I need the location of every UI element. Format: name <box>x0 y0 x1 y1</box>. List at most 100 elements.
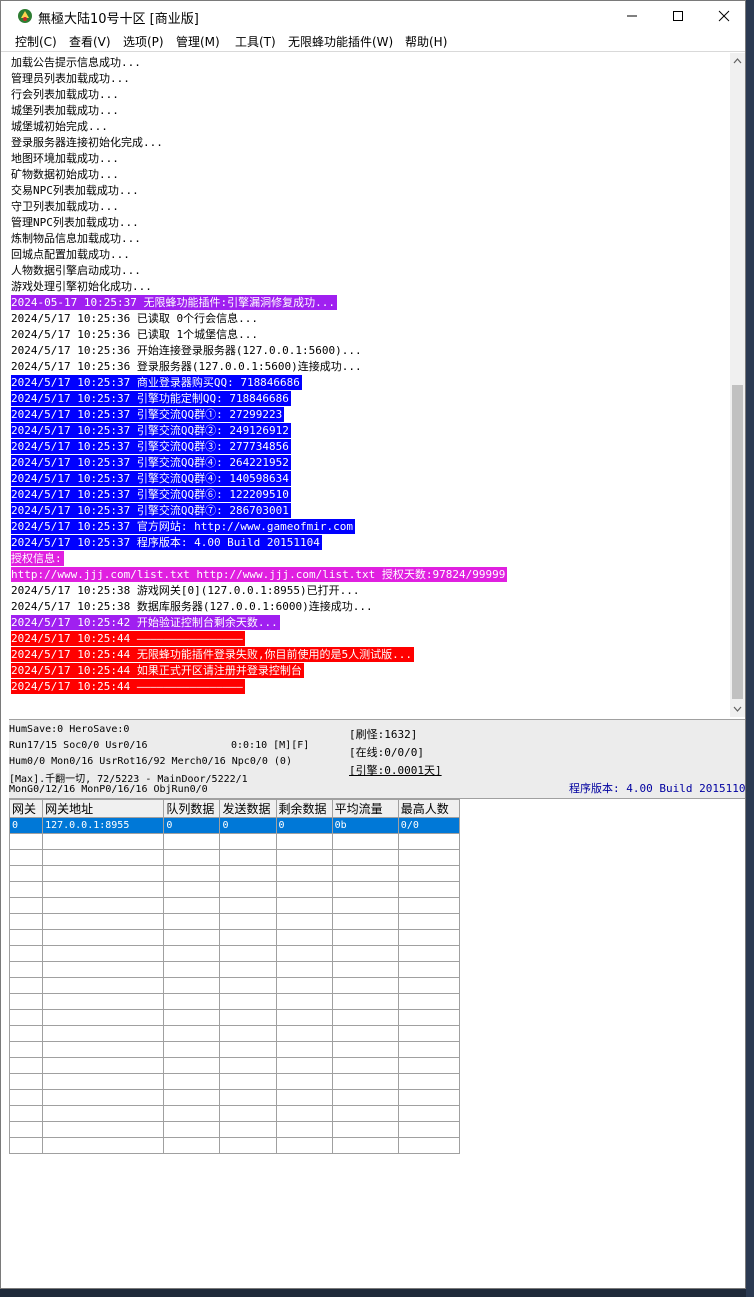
empty-cell <box>331 1105 399 1122</box>
empty-table-row <box>8 1137 461 1154</box>
empty-cell <box>397 897 461 914</box>
col-max-users[interactable]: 最高人数 <box>397 799 461 818</box>
log-line: 炼制物品信息加载成功... <box>11 232 141 245</box>
empty-cell <box>397 833 461 850</box>
log-output[interactable]: 加载公告提示信息成功... 管理员列表加载成功... 行会列表加载成功... 城堡列表… <box>9 53 731 717</box>
log-line: 2024/5/17 10:25:37 商业登录器购买QQ: 718846686 <box>11 375 302 390</box>
empty-cell <box>219 1025 277 1042</box>
empty-cell <box>275 849 333 866</box>
log-line: 2024/5/17 10:25:38 数据库服务器(127.0.0.1:6000… <box>11 600 373 613</box>
log-line: 2024/5/17 10:25:44 ———————————————— <box>11 679 245 694</box>
empty-cell <box>163 865 221 882</box>
log-scrollbar[interactable] <box>730 53 745 717</box>
empty-cell <box>8 945 44 962</box>
empty-table-row <box>8 961 461 978</box>
status-version: 程序版本: 4.00 Build 20151104 <box>569 782 746 795</box>
empty-cell <box>8 1057 44 1074</box>
minimize-button[interactable] <box>609 1 655 31</box>
col-remaining-data[interactable]: 剩余数据 <box>275 799 333 818</box>
scroll-thumb[interactable] <box>732 385 743 699</box>
log-line: 地图环境加载成功... <box>11 152 119 165</box>
empty-cell <box>163 993 221 1010</box>
log-line: 矿物数据初始成功... <box>11 168 119 181</box>
menu-plugin[interactable]: 无限蜂功能插件(W) <box>288 33 393 50</box>
empty-cell <box>42 993 165 1010</box>
col-sent-data[interactable]: 发送数据 <box>219 799 277 818</box>
empty-cell <box>8 913 44 930</box>
scroll-up-button[interactable] <box>730 53 745 69</box>
menu-control[interactable]: 控制(C) <box>15 33 57 50</box>
col-queue-data[interactable]: 队列数据 <box>163 799 221 818</box>
empty-cell <box>8 1009 44 1026</box>
server-window: 無極大陆10号十区 [商业版] 控制(C) 查看(V) 选项(P) 管理(M) … <box>0 0 746 1289</box>
empty-cell <box>163 1073 221 1090</box>
log-line: 2024/5/17 10:25:37 引擎交流QQ群①: 27299223 <box>11 407 285 422</box>
empty-cell <box>163 1121 221 1138</box>
empty-cell <box>331 881 399 898</box>
log-line: 2024/5/17 10:25:44 ———————————————— <box>11 631 245 646</box>
empty-cell <box>219 1057 277 1074</box>
empty-cell <box>42 929 165 946</box>
empty-cell <box>331 1121 399 1138</box>
empty-cell <box>8 865 44 882</box>
col-avg-traffic[interactable]: 平均流量 <box>331 799 399 818</box>
status-online: [在线:0/0/0] <box>349 746 424 759</box>
chevron-up-icon <box>733 58 742 64</box>
scroll-down-button[interactable] <box>730 701 745 717</box>
empty-cell <box>219 849 277 866</box>
empty-cell <box>275 977 333 994</box>
table-header-row: 网关 网关地址 队列数据 发送数据 剩余数据 平均流量 最高人数 <box>8 799 461 818</box>
empty-cell <box>219 1121 277 1138</box>
log-line: 2024-05-17 10:25:37 无限蜂功能插件:引擎漏洞修复成功... <box>11 295 337 310</box>
empty-cell <box>331 897 399 914</box>
menu-help[interactable]: 帮助(H) <box>405 33 447 50</box>
col-gateway[interactable]: 网关 <box>8 799 44 818</box>
empty-table-row <box>8 1025 461 1042</box>
log-line: 2024/5/17 10:25:37 引擎功能定制QQ: 718846686 <box>11 391 291 406</box>
menu-options[interactable]: 选项(P) <box>123 33 164 50</box>
empty-cell <box>275 1057 333 1074</box>
cell-queue: 0 <box>163 817 221 834</box>
log-line: 游戏处理引擎初始化成功... <box>11 280 152 293</box>
empty-cell <box>42 1057 165 1074</box>
empty-cell <box>8 881 44 898</box>
empty-cell <box>331 977 399 994</box>
menu-manage[interactable]: 管理(M) <box>176 33 220 50</box>
status-save: HumSave:0 HeroSave:0 <box>9 724 130 735</box>
title-bar[interactable]: 無極大陆10号十区 [商业版] <box>1 1 745 31</box>
empty-cell <box>42 833 165 850</box>
menu-tools[interactable]: 工具(T) <box>235 33 276 50</box>
close-button[interactable] <box>701 1 745 31</box>
maximize-button[interactable] <box>655 1 701 31</box>
empty-cell <box>219 897 277 914</box>
empty-cell <box>275 881 333 898</box>
empty-table-row <box>8 977 461 994</box>
log-line: 2024/5/17 10:25:44 无限蜂功能插件登录失败,你目前使用的是5人… <box>11 647 414 662</box>
log-line: 2024/5/17 10:25:37 引擎交流QQ群④: 140598634 <box>11 471 291 486</box>
empty-cell <box>397 849 461 866</box>
status-max: [Max].千翻一切, 72/5223 - MainDoor/5222/1 <box>9 774 248 785</box>
empty-table-row <box>8 929 461 946</box>
chevron-down-icon <box>733 706 742 712</box>
empty-cell <box>219 1137 277 1154</box>
log-line: 2024/5/17 10:25:36 已读取 0个行会信息... <box>11 312 258 325</box>
empty-cell <box>331 1137 399 1154</box>
empty-table-row <box>8 865 461 882</box>
empty-cell <box>397 1057 461 1074</box>
empty-cell <box>275 929 333 946</box>
log-line: 2024/5/17 10:25:37 引擎交流QQ群④: 264221952 <box>11 455 291 470</box>
menu-view[interactable]: 查看(V) <box>69 33 111 50</box>
empty-table-row <box>8 1057 461 1074</box>
empty-cell <box>163 1057 221 1074</box>
empty-cell <box>42 881 165 898</box>
cell-remaining: 0 <box>275 817 333 834</box>
col-gateway-address[interactable]: 网关地址 <box>42 799 165 818</box>
empty-cell <box>219 833 277 850</box>
empty-table-row <box>8 897 461 914</box>
status-timer: 0:0:10 [M][F] <box>231 740 310 751</box>
empty-cell <box>42 1041 165 1058</box>
table-row[interactable]: 0 127.0.0.1:8955 0 0 0 0b 0/0 <box>8 817 461 834</box>
status-panel: HumSave:0 HeroSave:0 Run17/15 Soc0/0 Usr… <box>9 719 745 799</box>
log-line: 2024/5/17 10:25:36 登录服务器(127.0.0.1:5600)… <box>11 360 362 373</box>
menu-bar: 控制(C) 查看(V) 选项(P) 管理(M) 工具(T) 无限蜂功能插件(W)… <box>1 31 745 52</box>
